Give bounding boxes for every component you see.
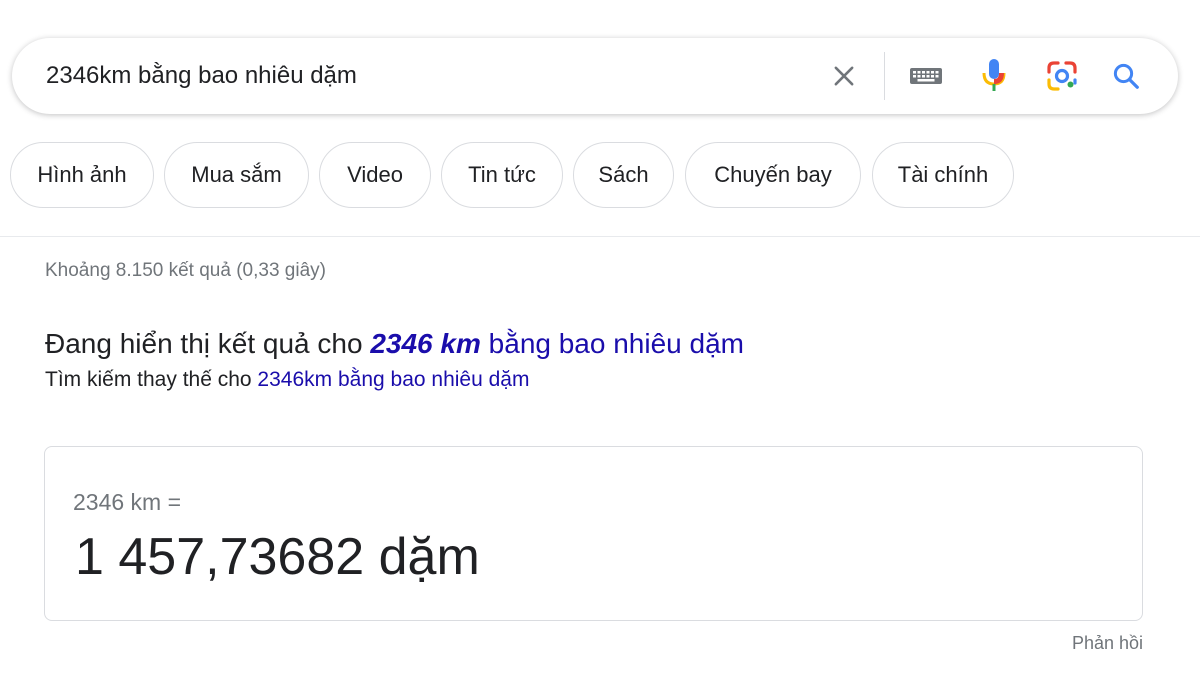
chip-news[interactable]: Tin tức bbox=[441, 142, 563, 208]
chip-video[interactable]: Video bbox=[319, 142, 431, 208]
corrected-query-bold: 2346 km bbox=[370, 328, 481, 359]
chip-images[interactable]: Hình ảnh bbox=[10, 142, 154, 208]
google-lens-icon[interactable] bbox=[1042, 56, 1082, 96]
search-instead-prefix: Tìm kiếm thay thế cho bbox=[45, 368, 258, 391]
converter-result-value: 1 457,73682 dặm bbox=[75, 528, 480, 586]
feedback-link[interactable]: Phản hồi bbox=[1072, 633, 1143, 654]
search-instead-for: Tìm kiếm thay thế cho 2346km bằng bao nh… bbox=[45, 368, 529, 392]
converter-input-value: 2346 km = bbox=[73, 489, 182, 515]
search-input[interactable] bbox=[46, 60, 806, 92]
keyboard-icon[interactable] bbox=[906, 56, 946, 96]
showing-results-for: Đang hiển thị kết quả cho 2346 km bằng b… bbox=[45, 328, 744, 360]
chip-finance[interactable]: Tài chính bbox=[872, 142, 1014, 208]
unit-converter-card: 2346 km = 1 457,73682 dặm bbox=[44, 446, 1143, 621]
corrected-query-rest: bằng bao nhiêu dặm bbox=[480, 328, 744, 359]
search-bar-divider bbox=[884, 52, 885, 100]
search-results-page: Hình ảnh Mua sắm Video Tin tức Sách Chuy… bbox=[0, 0, 1200, 675]
microphone-icon[interactable] bbox=[974, 56, 1014, 96]
result-stats: Khoảng 8.150 kết quả (0,33 giây) bbox=[45, 260, 326, 281]
chip-flights[interactable]: Chuyến bay bbox=[685, 142, 861, 208]
header-divider bbox=[0, 236, 1200, 237]
close-icon[interactable] bbox=[824, 56, 864, 96]
search-bar[interactable] bbox=[12, 38, 1178, 114]
search-icon[interactable] bbox=[1106, 56, 1146, 96]
chip-books[interactable]: Sách bbox=[573, 142, 674, 208]
showing-results-prefix: Đang hiển thị kết quả cho bbox=[45, 328, 371, 359]
original-query-link[interactable]: 2346km bằng bao nhiêu dặm bbox=[257, 368, 529, 391]
chip-shopping[interactable]: Mua sắm bbox=[164, 142, 309, 208]
corrected-query-link[interactable]: 2346 km bằng bao nhiêu dặm bbox=[370, 328, 744, 359]
